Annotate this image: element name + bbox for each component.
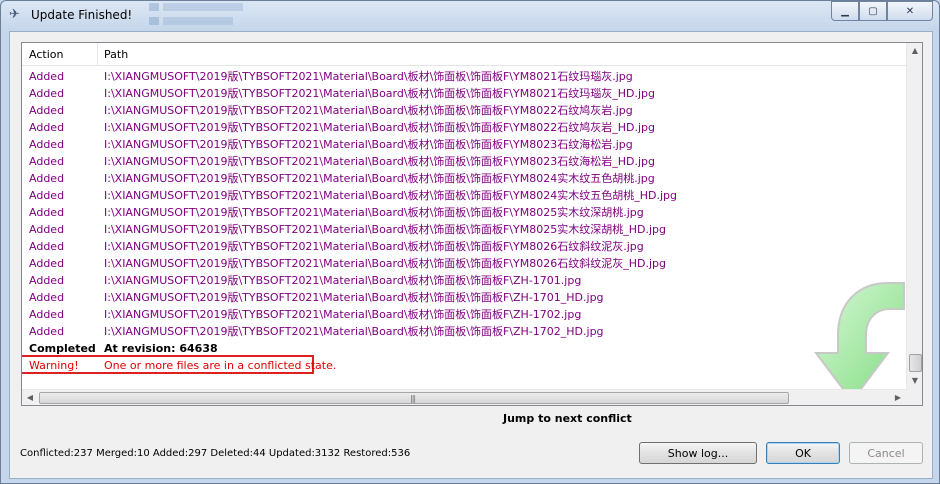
jump-to-next-conflict-link[interactable]: Jump to next conflict xyxy=(503,412,632,425)
row-action: Added xyxy=(29,308,65,321)
list-item[interactable]: Added I:\XIANGMUSOFT\2019版\TYBSOFT2021\Ma… xyxy=(22,170,906,187)
update-results-list[interactable]: Action Path Added I:\XIANGMUSOFT\2019版\TY… xyxy=(21,42,923,406)
maximize-button[interactable]: ▢ xyxy=(859,1,887,21)
row-path: I:\XIANGMUSOFT\2019版\TYBSOFT2021\Materia… xyxy=(104,172,655,185)
title-bar[interactable]: ✈ Update Finished! ▁ ▢ ✕ xyxy=(1,1,939,31)
close-button[interactable]: ✕ xyxy=(887,1,933,21)
scroll-corner xyxy=(906,389,922,405)
list-item[interactable]: Added I:\XIANGMUSOFT\2019版\TYBSOFT2021\Ma… xyxy=(22,85,906,102)
column-header-action[interactable]: Action xyxy=(29,48,63,61)
row-action: Added xyxy=(29,257,65,270)
row-path: I:\XIANGMUSOFT\2019版\TYBSOFT2021\Materia… xyxy=(104,206,644,219)
caption-buttons: ▁ ▢ ✕ xyxy=(831,1,933,21)
row-action: Added xyxy=(29,291,65,304)
row-action: Added xyxy=(29,274,65,287)
vertical-scroll-thumb[interactable] xyxy=(909,354,922,372)
row-path: I:\XIANGMUSOFT\2019版\TYBSOFT2021\Materia… xyxy=(104,138,633,151)
list-item[interactable]: Added I:\XIANGMUSOFT\2019版\TYBSOFT2021\Ma… xyxy=(22,153,906,170)
row-path: I:\XIANGMUSOFT\2019版\TYBSOFT2021\Materia… xyxy=(104,223,666,236)
row-action: Added xyxy=(29,70,65,83)
scroll-left-icon[interactable]: ◀ xyxy=(22,390,38,405)
row-action: Added xyxy=(29,138,65,151)
row-path: I:\XIANGMUSOFT\2019版\TYBSOFT2021\Materia… xyxy=(104,104,633,117)
row-action: Added xyxy=(29,172,65,185)
row-action: Added xyxy=(29,240,65,253)
row-path: I:\XIANGMUSOFT\2019版\TYBSOFT2021\Materia… xyxy=(104,70,633,83)
minimize-icon: ▁ xyxy=(841,5,849,17)
list-item[interactable]: Added I:\XIANGMUSOFT\2019版\TYBSOFT2021\Ma… xyxy=(22,289,906,306)
row-path: I:\XIANGMUSOFT\2019版\TYBSOFT2021\Materia… xyxy=(104,308,582,321)
list-item[interactable]: Added I:\XIANGMUSOFT\2019版\TYBSOFT2021\Ma… xyxy=(22,272,906,289)
scroll-down-icon[interactable]: ▼ xyxy=(907,373,922,389)
tortoise-icon: ✈ xyxy=(9,7,20,22)
scroll-right-icon[interactable]: ▶ xyxy=(890,390,906,405)
show-log-button[interactable]: Show log... xyxy=(639,442,757,464)
list-item[interactable]: Added I:\XIANGMUSOFT\2019版\TYBSOFT2021\Ma… xyxy=(22,136,906,153)
list-rows: Added I:\XIANGMUSOFT\2019版\TYBSOFT2021\Ma… xyxy=(22,68,906,374)
cancel-button[interactable]: Cancel xyxy=(849,442,923,464)
vertical-scrollbar[interactable]: ▲ ▼ xyxy=(906,43,922,389)
row-path: I:\XIANGMUSOFT\2019版\TYBSOFT2021\Materia… xyxy=(104,257,666,270)
warning-row[interactable]: Warning! One or more files are in a conf… xyxy=(22,355,906,374)
row-action: Added xyxy=(29,104,65,117)
list-item[interactable]: Added I:\XIANGMUSOFT\2019版\TYBSOFT2021\Ma… xyxy=(22,255,906,272)
row-action: Added xyxy=(29,87,65,100)
list-item[interactable]: Added I:\XIANGMUSOFT\2019版\TYBSOFT2021\Ma… xyxy=(22,119,906,136)
list-item[interactable]: Added I:\XIANGMUSOFT\2019版\TYBSOFT2021\Ma… xyxy=(22,187,906,204)
row-path: I:\XIANGMUSOFT\2019版\TYBSOFT2021\Materia… xyxy=(104,155,655,168)
row-path: I:\XIANGMUSOFT\2019版\TYBSOFT2021\Materia… xyxy=(104,121,655,134)
row-path: I:\XIANGMUSOFT\2019版\TYBSOFT2021\Materia… xyxy=(104,325,604,338)
grip-icon: ||| xyxy=(410,394,416,403)
row-action: Warning! xyxy=(29,359,79,372)
window-title: Update Finished! xyxy=(31,8,133,22)
horizontal-scroll-thumb[interactable]: ||| xyxy=(39,392,789,404)
row-path: I:\XIANGMUSOFT\2019版\TYBSOFT2021\Materia… xyxy=(104,291,604,304)
row-action: Added xyxy=(29,325,65,338)
close-icon: ✕ xyxy=(905,5,915,17)
ok-button[interactable]: OK xyxy=(766,442,840,464)
list-item[interactable]: Added I:\XIANGMUSOFT\2019版\TYBSOFT2021\Ma… xyxy=(22,323,906,340)
list-item[interactable]: Added I:\XIANGMUSOFT\2019版\TYBSOFT2021\Ma… xyxy=(22,306,906,323)
list-item[interactable]: Added I:\XIANGMUSOFT\2019版\TYBSOFT2021\Ma… xyxy=(22,204,906,221)
maximize-icon: ▢ xyxy=(868,5,878,17)
list-item[interactable]: Added I:\XIANGMUSOFT\2019版\TYBSOFT2021\Ma… xyxy=(22,221,906,238)
row-action: Added xyxy=(29,206,65,219)
row-path: I:\XIANGMUSOFT\2019版\TYBSOFT2021\Materia… xyxy=(104,240,644,253)
horizontal-scrollbar[interactable]: ◀ ||| ▶ xyxy=(22,389,906,405)
row-path: I:\XIANGMUSOFT\2019版\TYBSOFT2021\Materia… xyxy=(104,87,655,100)
list-item[interactable]: Added I:\XIANGMUSOFT\2019版\TYBSOFT2021\Ma… xyxy=(22,68,906,85)
update-finished-window: ✈ Update Finished! ▁ ▢ ✕ Action Path Add… xyxy=(0,0,940,484)
green-curved-arrow-icon xyxy=(814,282,905,403)
list-item[interactable]: Added I:\XIANGMUSOFT\2019版\TYBSOFT2021\Ma… xyxy=(22,238,906,255)
background-window-ghost xyxy=(149,1,269,29)
column-separator[interactable] xyxy=(97,43,98,65)
row-action: Added xyxy=(29,121,65,134)
list-item[interactable]: Added I:\XIANGMUSOFT\2019版\TYBSOFT2021\Ma… xyxy=(22,102,906,119)
column-header-path[interactable]: Path xyxy=(104,48,128,61)
list-header: Action Path xyxy=(22,43,906,66)
row-path: I:\XIANGMUSOFT\2019版\TYBSOFT2021\Materia… xyxy=(104,274,582,287)
row-path: I:\XIANGMUSOFT\2019版\TYBSOFT2021\Materia… xyxy=(104,189,677,202)
status-counts: Conflicted:237 Merged:10 Added:297 Delet… xyxy=(20,448,411,459)
row-action: Added xyxy=(29,155,65,168)
row-action: Added xyxy=(29,189,65,202)
minimize-button[interactable]: ▁ xyxy=(831,1,859,21)
scroll-up-icon[interactable]: ▲ xyxy=(907,43,922,59)
row-action: Added xyxy=(29,223,65,236)
dialog-client-area: Action Path Added I:\XIANGMUSOFT\2019版\TY… xyxy=(9,31,933,479)
row-path: One or more files are in a conflicted st… xyxy=(104,359,337,372)
